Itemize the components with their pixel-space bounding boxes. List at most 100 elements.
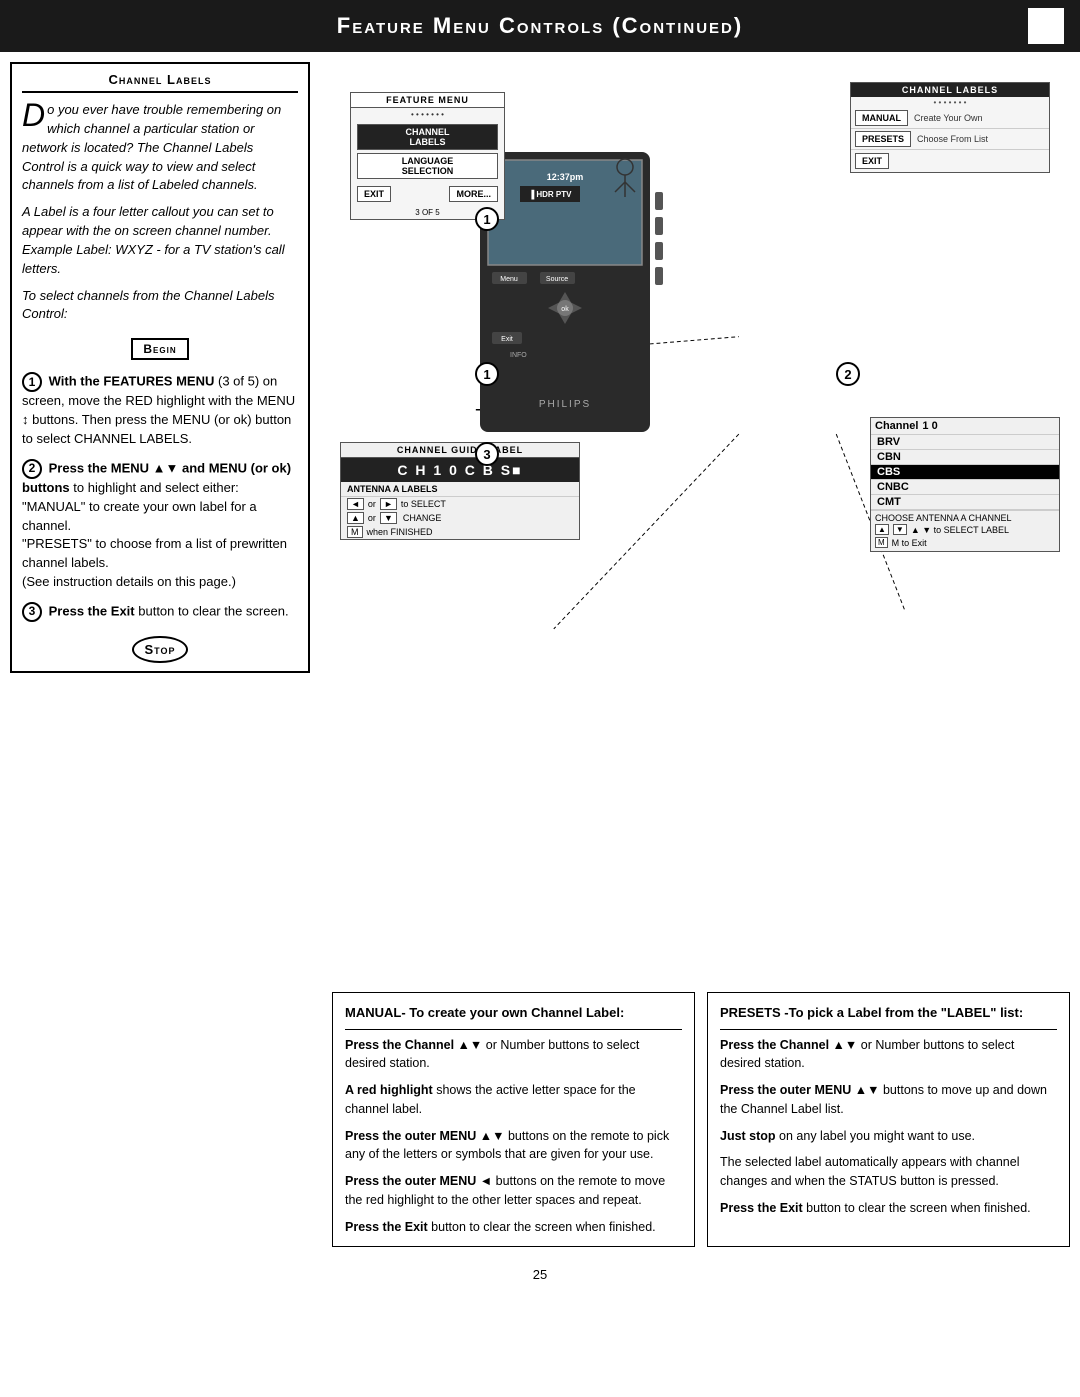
select-paragraph: To select channels from the Channel Labe…	[22, 287, 298, 325]
preset-cmt[interactable]: CMT	[871, 495, 1059, 510]
feature-menu-more-btn[interactable]: MORE...	[449, 186, 498, 202]
feature-menu-item-channel-labels[interactable]: CHANNELLABELS	[357, 124, 498, 150]
manual-step1-bold: Press the Channel ▲▼	[345, 1038, 482, 1052]
presets-desc: Choose From List	[917, 134, 988, 144]
step-3-header: Press the Exit	[49, 603, 135, 618]
manual-step3: Press the outer MENU ▲▼ buttons on the r…	[345, 1127, 682, 1165]
manual-step3-bold: Press the outer MENU	[345, 1129, 476, 1143]
step-3-text: button to clear the screen.	[138, 603, 288, 618]
cg-or-2: or	[368, 513, 376, 523]
manual-step2: A red highlight shows the active letter …	[345, 1081, 682, 1119]
label-paragraph: A Label is a four letter callout you can…	[22, 203, 298, 278]
svg-text:PHILIPS: PHILIPS	[539, 399, 591, 410]
step-1-number: 1	[22, 372, 42, 392]
step-1-header: With the FEATURES MENU	[49, 374, 215, 389]
presets-text-step5: Press the Exit button to clear the scree…	[720, 1199, 1057, 1218]
feature-menu-bottom: EXIT MORE...	[351, 182, 504, 206]
lower-left	[10, 992, 320, 1247]
begin-badge: Begin	[131, 338, 188, 360]
left-column: Channel Labels D o you ever have trouble…	[10, 62, 320, 962]
cg-instr-3-text: when FINISHED	[367, 527, 433, 537]
page-title: Feature Menu Controls (Continued)	[52, 13, 1028, 39]
cg-instr-1-text: to SELECT	[401, 499, 446, 509]
cg-arrow-lr-2: ►	[380, 498, 397, 510]
svg-text:12:37pm: 12:37pm	[547, 172, 584, 182]
presets-exit-text: M to Exit	[892, 538, 927, 548]
channel-labels-panel: CHANNEL LABELS • • • • • • • MANUAL Crea…	[850, 82, 1050, 173]
cg-arrow-ud-1: ▲	[347, 512, 364, 524]
feature-menu-exit-btn[interactable]: EXIT	[357, 186, 391, 202]
preset-cbs[interactable]: CBS	[871, 465, 1059, 480]
presets-text-step3-text: on any label you might want to use.	[779, 1129, 975, 1143]
right-area: FEATURE MENU • • • • • • • CHANNELLABELS…	[320, 62, 1070, 962]
exit-btn[interactable]: EXIT	[855, 153, 889, 169]
presets-channel-label: Channel	[875, 420, 918, 432]
svg-text:Exit: Exit	[501, 336, 513, 343]
channel-labels-box: Channel Labels D o you ever have trouble…	[10, 62, 310, 673]
feature-menu-item-language[interactable]: LANGUAGESELECTION	[357, 153, 498, 179]
cg-arrow-ud-2: ▼	[380, 512, 397, 524]
presets-btn[interactable]: PRESETS	[855, 131, 911, 147]
cg-instr-2: ▲ or ▼ CHANGE	[341, 511, 579, 525]
intro-text: o you ever have trouble remembering on w…	[22, 102, 281, 192]
manual-title: MANUAL- To create your own Channel Label…	[345, 1003, 682, 1023]
manual-instructions-box: MANUAL- To create your own Channel Label…	[332, 992, 695, 1247]
presets-text-step3-bold: Just stop	[720, 1129, 776, 1143]
step-3: 3 Press the Exit button to clear the scr…	[22, 602, 298, 622]
manual-btn[interactable]: MANUAL	[855, 110, 908, 126]
feature-menu-title: FEATURE MENU	[351, 93, 504, 108]
step-2-number: 2	[22, 459, 42, 479]
intro-paragraph: D o you ever have trouble remembering on…	[22, 101, 298, 195]
channel-guide-title: CHANNEL GUIDE LABEL	[341, 443, 579, 458]
presets-text-title: PRESETS -To pick a Label from the "LABEL…	[720, 1003, 1057, 1023]
presets-exit-row: M M to Exit	[875, 536, 1055, 549]
stop-center: Stop	[22, 632, 298, 663]
presets-divider	[720, 1029, 1057, 1030]
stop-badge: Stop	[132, 636, 187, 663]
svg-text:▐ HDR PTV: ▐ HDR PTV	[528, 189, 572, 200]
presets-box: Channel 1 0 BRV CBN CBS CNBC CMT CHOOSE …	[870, 417, 1060, 552]
begin-center: Begin	[22, 332, 298, 366]
lower-section: MANUAL- To create your own Channel Label…	[0, 982, 1080, 1257]
svg-text:ok: ok	[561, 306, 569, 313]
corner-box	[1028, 8, 1064, 44]
diagram-step-1a: 1	[475, 207, 499, 231]
manual-divider	[345, 1029, 682, 1030]
main-content: Channel Labels D o you ever have trouble…	[0, 52, 1080, 972]
presets-text-step4: The selected label automatically appears…	[720, 1153, 1057, 1191]
presets-row: PRESETS Choose From List	[851, 129, 1049, 150]
presets-instructions-panel: CHOOSE ANTENNA A CHANNEL ▲ ▼ ▲ ▼ to SELE…	[871, 510, 1059, 551]
presets-text-step5-bold: Press the Exit	[720, 1201, 803, 1215]
manual-row: MANUAL Create Your Own	[851, 108, 1049, 129]
cg-or-1: or	[368, 499, 376, 509]
preset-brv[interactable]: BRV	[871, 435, 1059, 450]
diagram-step-2: 2	[836, 362, 860, 386]
presets-channel-row: Channel 1 0	[871, 418, 1059, 435]
manual-step5-bold: Press the Exit	[345, 1220, 428, 1234]
page-header: Feature Menu Controls (Continued)	[0, 0, 1080, 52]
svg-text:Source: Source	[546, 276, 568, 283]
cg-instr-3: M when FINISHED	[341, 525, 579, 539]
channel-guide-box: CHANNEL GUIDE LABEL C H 1 0 C B S■ ANTEN…	[340, 442, 580, 540]
preset-cbn[interactable]: CBN	[871, 450, 1059, 465]
channel-guide-display: C H 1 0 C B S■	[341, 458, 579, 482]
channel-panel-dots: • • • • • • •	[851, 97, 1049, 108]
presets-text-step2: Press the outer MENU ▲▼ buttons to move …	[720, 1081, 1057, 1119]
step-2: 2 Press the MENU ▲▼ and MENU (or ok) but…	[22, 459, 298, 592]
cg-instr-2-text: CHANGE	[403, 513, 442, 523]
presets-up-arrow: ▲	[875, 524, 889, 535]
step-1: 1 With the FEATURES MENU (3 of 5) on scr…	[22, 372, 298, 449]
presets-text-step1-bold: Press the Channel ▲▼	[720, 1038, 857, 1052]
presets-select-label-text: ▲ ▼ to SELECT LABEL	[911, 525, 1009, 535]
manual-step4: Press the outer MENU ◄ buttons on the re…	[345, 1172, 682, 1210]
presets-channel-num: 1 0	[922, 420, 937, 432]
diagram-step-1b: 1	[475, 362, 499, 386]
presets-text-step4-text: The selected label automatically appears…	[720, 1155, 1019, 1188]
step-2-manual: "MANUAL" to create your own label for a …	[22, 499, 257, 533]
preset-cnbc[interactable]: CNBC	[871, 480, 1059, 495]
channel-labels-title: Channel Labels	[22, 72, 298, 93]
manual-desc: Create Your Own	[914, 113, 983, 123]
channel-labels-panel-title: CHANNEL LABELS	[851, 83, 1049, 97]
svg-text:INFO: INFO	[510, 352, 527, 359]
step-2-text: to highlight and select either:	[73, 480, 239, 495]
